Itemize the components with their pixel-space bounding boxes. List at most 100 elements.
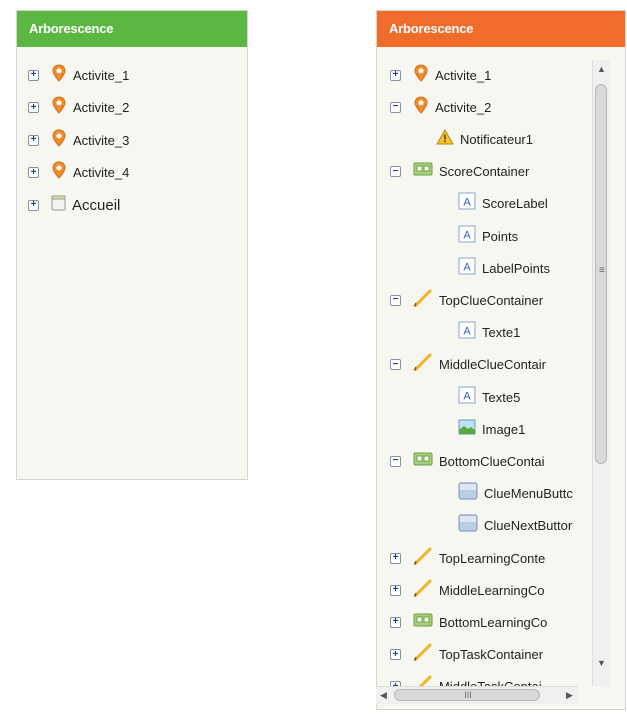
tree-node-middlelearningco[interactable]: + MiddleLearningCo [390, 579, 545, 601]
svg-text:A: A [463, 326, 471, 338]
horizontal-scrollbar[interactable]: ◀ III ▶ [376, 686, 578, 704]
tree-node-label: Points [482, 228, 519, 244]
horizontal-arrangement-icon [413, 161, 433, 182]
tree-node-image1[interactable]: Image1 [458, 418, 525, 440]
tree-node-label: Image1 [482, 421, 526, 437]
tree-node-middlecluecontair[interactable]: − MiddleClueContair [390, 353, 546, 376]
tree-node-label: Activite_2 [435, 99, 492, 115]
tree-node-label: Activite_2 [73, 100, 130, 115]
expand-toggle-icon[interactable]: + [390, 616, 401, 628]
expand-toggle-icon[interactable]: + [28, 102, 39, 113]
image-icon [458, 419, 476, 440]
tree-node-toptaskcontainer[interactable]: + TopTaskContainer [390, 643, 544, 666]
scroll-right-arrow-icon[interactable]: ▶ [566, 690, 573, 701]
location-pin-icon [51, 96, 67, 119]
tree-node-label: TopLearningConte [439, 550, 546, 566]
scroll-grip-icon: ≡ [599, 265, 605, 276]
tree-node-label: TopClueContainer [439, 292, 544, 308]
collapse-toggle-icon[interactable]: − [390, 294, 401, 306]
tree-node-label: ScoreLabel [482, 196, 548, 212]
tree-node-scorelabel[interactable]: A ScoreLabel [458, 192, 548, 215]
svg-text:A: A [463, 197, 471, 209]
tree-node-topcluecontainer[interactable]: − TopClueContainer [390, 289, 543, 311]
location-pin-icon [51, 161, 67, 184]
horizontal-scroll-thumb[interactable]: III [394, 689, 540, 701]
expand-toggle-icon[interactable]: + [390, 552, 401, 564]
tree-node-activite-2[interactable]: + Activite_2 [28, 96, 130, 119]
svg-text:A: A [463, 261, 471, 273]
vertical-scrollbar[interactable]: ▲ ≡ ▼ [592, 60, 610, 686]
horizontal-arrangement-icon [413, 451, 433, 472]
scroll-left-arrow-icon[interactable]: ◀ [380, 690, 387, 701]
pencil-icon [413, 353, 433, 376]
tree-node-texte1[interactable]: A Texte1 [458, 321, 521, 344]
svg-text:A: A [463, 390, 471, 402]
expand-toggle-icon[interactable]: + [28, 134, 39, 146]
location-pin-icon [51, 63, 67, 87]
expand-toggle-icon[interactable]: + [390, 649, 401, 661]
location-pin-icon [413, 96, 429, 119]
tree-node-texte5[interactable]: A Texte5 [458, 386, 520, 408]
tree-node-points[interactable]: A Points [458, 225, 518, 247]
screen-icon [51, 195, 66, 216]
right-tree-panel: Arborescence + Activite_1 − Activite_2 Notif… [376, 10, 626, 710]
tree-node-activite-1[interactable]: + Activite_1 [28, 63, 130, 87]
tree-node-label: Accueil [72, 196, 121, 214]
left-tree-panel: Arborescence + Activite_1 + Activite_2 + Acti… [16, 10, 248, 480]
collapse-toggle-icon[interactable]: − [390, 455, 401, 467]
tree-node-label: Texte1 [482, 325, 521, 341]
tree-node-cluemenubuttc[interactable]: ClueMenuButtc [458, 482, 573, 505]
tree-node-label: ClueNextButtor [484, 518, 573, 534]
tree-node-bottomcluecontai[interactable]: − BottomClueContai [390, 450, 545, 472]
expand-toggle-icon[interactable]: + [28, 69, 39, 81]
tree-node-label: Activite_3 [73, 132, 130, 148]
panel-header: Arborescence [377, 11, 625, 47]
tree-node-cluenextbuttor[interactable]: ClueNextButtor [458, 514, 573, 537]
expand-toggle-icon[interactable]: + [390, 584, 401, 596]
button-icon [458, 514, 478, 537]
tree-node-label: ClueMenuButtc [484, 486, 573, 502]
tree-node-activite-3[interactable]: + Activite_3 [28, 128, 130, 151]
label-icon: A [458, 225, 476, 248]
label-icon: A [458, 386, 476, 409]
collapse-toggle-icon[interactable]: − [390, 359, 401, 371]
tree-node-label: TopTaskContainer [439, 647, 544, 663]
pencil-icon [413, 289, 433, 312]
collapse-toggle-icon[interactable]: − [390, 101, 401, 113]
scroll-grip-icon: III [464, 690, 472, 700]
tree-node-bottomlearningco[interactable]: + BottomLearningCo [390, 611, 547, 633]
tree-node-label: Notificateur1 [460, 131, 533, 147]
pencil-icon [413, 579, 433, 602]
tree-viewport[interactable]: + Activite_1 − Activite_2 Notificateur1 − Scor… [377, 47, 585, 695]
expand-toggle-icon[interactable]: + [390, 69, 401, 81]
pencil-icon [413, 547, 433, 570]
location-pin-icon [413, 63, 429, 87]
tree-node-activite-4[interactable]: + Activite_4 [28, 161, 129, 184]
tree-node-label: Activite_1 [435, 67, 492, 83]
vertical-scroll-thumb[interactable]: ≡ [595, 84, 607, 464]
tree-node-labelpoints[interactable]: A LabelPoints [458, 257, 550, 279]
scroll-down-arrow-icon[interactable]: ▼ [597, 658, 606, 668]
tree-node-label: MiddleLearningCo [439, 582, 545, 598]
panel-header: Arborescence [17, 11, 247, 47]
warning-icon [436, 128, 454, 150]
tree-node-accueil[interactable]: + Accueil [28, 194, 120, 216]
label-icon: A [458, 321, 476, 344]
tree-node-label: Texte5 [482, 389, 521, 405]
tree-node-label: BottomLearningCo [439, 614, 548, 630]
tree-node-label: Activite_1 [73, 67, 130, 83]
scroll-up-arrow-icon[interactable]: ▲ [597, 64, 606, 74]
tree-node-label: MiddleClueContair [439, 357, 546, 373]
horizontal-arrangement-icon [413, 612, 433, 633]
expand-toggle-icon[interactable]: + [28, 199, 39, 211]
tree-node-activite-2[interactable]: − Activite_2 [390, 96, 491, 118]
tree-node-toplearningconte[interactable]: + TopLearningConte [390, 547, 545, 569]
tree-node-activite-1[interactable]: + Activite_1 [390, 63, 492, 87]
expand-toggle-icon[interactable]: + [28, 167, 39, 178]
collapse-toggle-icon[interactable]: − [390, 166, 401, 178]
tree-node-label: LabelPoints [482, 260, 550, 276]
svg-text:A: A [463, 229, 471, 241]
tree-node-notificateur1[interactable]: Notificateur1 [436, 128, 533, 150]
tree-node-scorecontainer[interactable]: − ScoreContainer [390, 161, 529, 183]
label-icon: A [458, 257, 476, 280]
